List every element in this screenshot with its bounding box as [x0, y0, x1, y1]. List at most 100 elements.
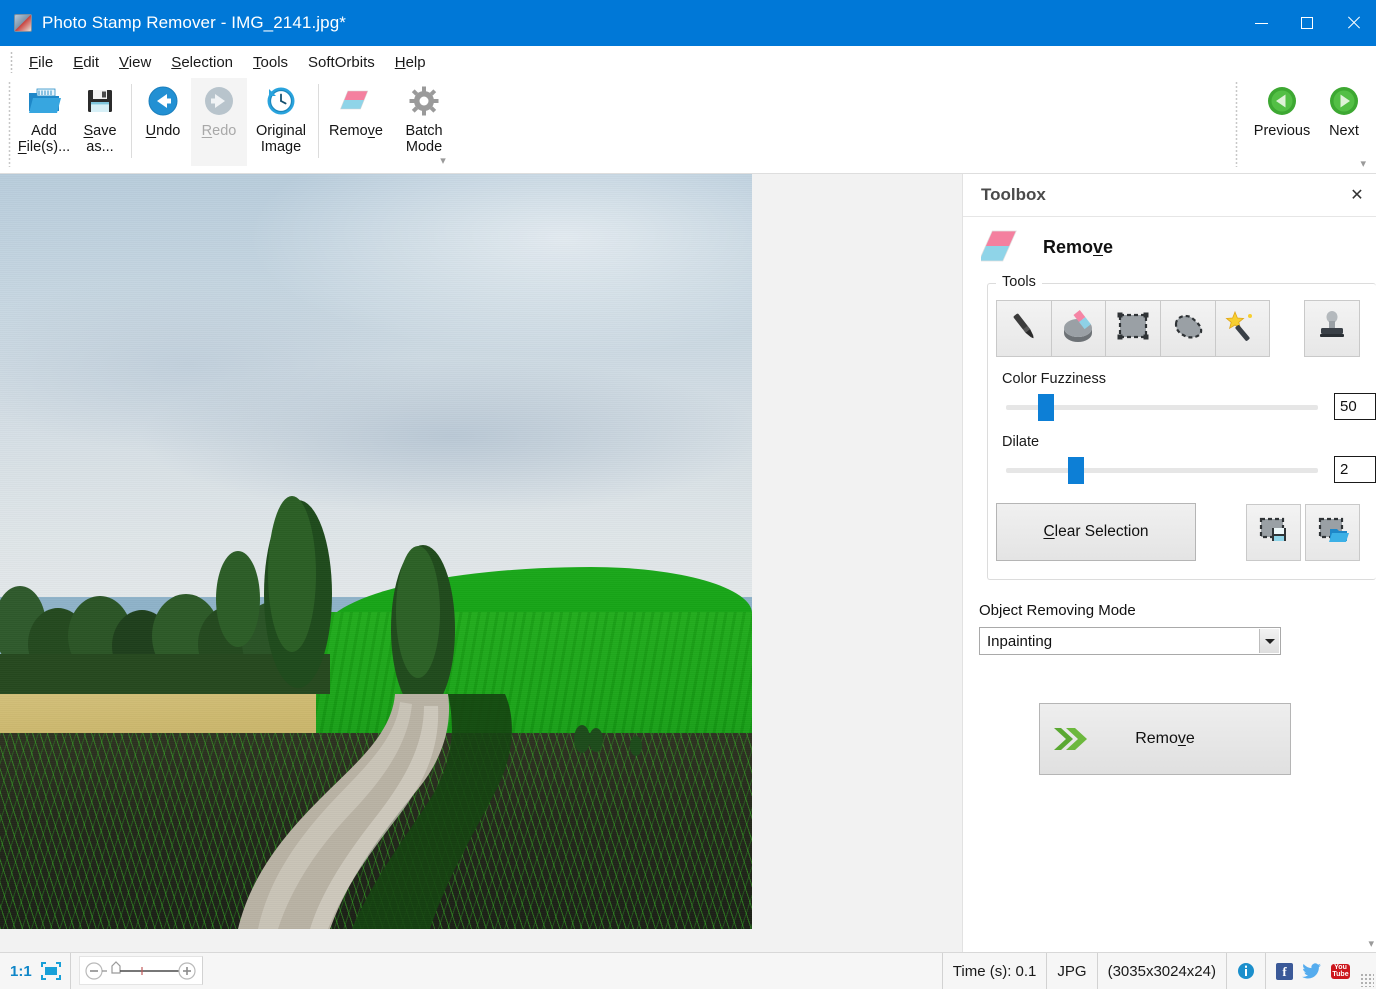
toolbar-button-undo[interactable]: Undo: [135, 78, 191, 166]
tool-button-lasso-select[interactable]: [1160, 300, 1216, 357]
save-selection-button[interactable]: [1246, 504, 1301, 561]
toolbar-overflow-button[interactable]: ▾: [436, 156, 450, 170]
facebook-icon[interactable]: f: [1276, 963, 1293, 980]
maximize-button[interactable]: [1284, 0, 1330, 46]
eraser-tool-icon: [1060, 309, 1096, 348]
toolbar-button-next[interactable]: Next: [1316, 78, 1372, 166]
eraser-icon: [981, 227, 1027, 267]
clock-history-icon: [266, 84, 296, 118]
youtube-icon[interactable]: You Tube: [1331, 964, 1350, 979]
floppy-disk-icon: [86, 84, 114, 118]
maximize-icon: [1301, 17, 1313, 29]
value-dilate[interactable]: 2: [1334, 456, 1376, 483]
menu-item-help[interactable]: Help: [385, 51, 436, 74]
object-removing-mode-label: Object Removing Mode: [979, 602, 1376, 619]
tool-button-marker[interactable]: [996, 300, 1052, 357]
tool-button-eraser[interactable]: [1051, 300, 1107, 357]
remove-action-wrapper: Remove: [963, 703, 1376, 775]
status-info-button[interactable]: [1227, 953, 1266, 989]
load-selection-button[interactable]: [1305, 504, 1360, 561]
load-selection-icon: [1317, 516, 1349, 549]
clear-selection-button[interactable]: Clear Selection: [996, 503, 1196, 561]
close-icon: [1346, 16, 1360, 30]
toolbar-label-batch-mode: BatchMode: [405, 123, 442, 155]
green-double-arrow-icon: [1048, 722, 1094, 761]
menu-item-file[interactable]: File: [19, 51, 63, 74]
main-toolbar: AddFile(s)... Saveas...: [0, 78, 1376, 174]
rectangle-selection-icon: [1116, 311, 1150, 346]
menu-item-tools[interactable]: Tools: [243, 51, 298, 74]
toolbar-nav-drag-grip[interactable]: [1235, 81, 1238, 167]
toolbar-button-remove[interactable]: Remove: [322, 78, 390, 166]
menu-bar: File Edit View Selection Tools SoftOrbit…: [0, 46, 1376, 78]
toolbar-label-remove: Remove: [329, 123, 383, 139]
tools-row: [996, 300, 1360, 357]
zoom-home-icon: [112, 962, 120, 973]
window-resize-grip[interactable]: [1360, 973, 1374, 987]
object-removing-mode-select[interactable]: Inpainting: [979, 627, 1281, 655]
toolbar-label-undo: Undo: [146, 123, 181, 139]
toolbar-button-batch-mode[interactable]: BatchMode: [390, 78, 458, 166]
selection-io-buttons: [1246, 504, 1360, 561]
slider-thumb[interactable]: [1068, 457, 1084, 484]
chevron-down-icon[interactable]: [1259, 629, 1279, 653]
toolbar-button-add-files[interactable]: AddFile(s)...: [16, 78, 72, 166]
green-left-arrow-icon: [1267, 84, 1297, 118]
toolbox-close-button[interactable]: ✕: [1346, 184, 1368, 206]
remove-action-button[interactable]: Remove: [1039, 703, 1291, 775]
toolbar-button-previous[interactable]: Previous: [1248, 78, 1316, 166]
slider-thumb[interactable]: [1038, 394, 1054, 421]
toolbar-label-original-image: OriginalImage: [256, 123, 306, 155]
slider-label-dilate: Dilate: [1002, 434, 1360, 450]
status-bar: 1:1 Time (s):: [0, 952, 1376, 989]
tool-button-magic-wand[interactable]: [1215, 300, 1271, 357]
fit-to-screen-button[interactable]: [38, 953, 71, 989]
tool-button-rectangle-select[interactable]: [1105, 300, 1161, 357]
tool-button-clone-stamp[interactable]: [1304, 300, 1360, 357]
menu-item-edit[interactable]: Edit: [63, 51, 109, 74]
toolbar-separator-1: [131, 84, 132, 158]
toolbar-button-original-image[interactable]: OriginalImage: [247, 78, 315, 166]
zoom-ratio-label[interactable]: 1:1: [0, 953, 38, 989]
twitter-icon[interactable]: [1302, 963, 1322, 979]
fit-to-screen-icon: [40, 961, 62, 981]
toolbox-mode-title: Remove: [1043, 237, 1113, 258]
menu-item-view[interactable]: View: [109, 51, 161, 74]
gear-icon: [409, 84, 439, 118]
toolbar-button-redo[interactable]: Redo: [191, 78, 247, 166]
slider-track: [1006, 468, 1318, 473]
slider-label-color-fuzziness: Color Fuzziness: [1002, 371, 1360, 387]
toolbox-scroll-down-arrow[interactable]: ▾: [1368, 937, 1374, 950]
toolbar-button-save-as[interactable]: Saveas...: [72, 78, 128, 166]
lasso-selection-icon: [1171, 311, 1205, 346]
slider-dilate[interactable]: [1006, 459, 1318, 481]
photo-preview[interactable]: [0, 174, 752, 929]
toolbar-nav-overflow-button[interactable]: ▾: [1360, 159, 1366, 170]
toolbar-label-previous: Previous: [1254, 123, 1310, 139]
toolbox-title: Toolbox: [981, 185, 1346, 205]
toolbox-panel: Toolbox ✕: [962, 174, 1376, 952]
undo-arrow-icon: [148, 84, 178, 118]
value-color-fuzziness[interactable]: 50: [1334, 393, 1376, 420]
slider-row-dilate: 2: [996, 456, 1360, 483]
app-icon: [14, 14, 32, 32]
title-bar: Photo Stamp Remover - IMG_2141.jpg*: [0, 0, 1376, 46]
menu-item-softorbits[interactable]: SoftOrbits: [298, 51, 385, 74]
minimize-button[interactable]: [1238, 0, 1284, 46]
toolbar-label-save-as: Saveas...: [83, 123, 116, 155]
toolbar-drag-grip[interactable]: [8, 81, 11, 167]
menu-drag-grip[interactable]: [10, 51, 13, 73]
status-time: Time (s): 0.1: [942, 953, 1048, 989]
clear-selection-row: Clear Selection: [996, 503, 1360, 561]
green-right-arrow-icon: [1329, 84, 1359, 118]
menu-item-selection[interactable]: Selection: [161, 51, 243, 74]
status-dimensions: (3035x3024x24): [1098, 953, 1227, 989]
image-canvas-area[interactable]: [0, 174, 962, 952]
zoom-slider[interactable]: [79, 956, 203, 985]
stamp-icon: [1315, 309, 1349, 348]
toolbar-label-redo: Redo: [202, 123, 237, 139]
status-bar-spacer: [203, 953, 942, 989]
slider-color-fuzziness[interactable]: [1006, 396, 1318, 418]
close-button[interactable]: [1330, 0, 1376, 46]
youtube-line1: You: [1331, 964, 1350, 971]
